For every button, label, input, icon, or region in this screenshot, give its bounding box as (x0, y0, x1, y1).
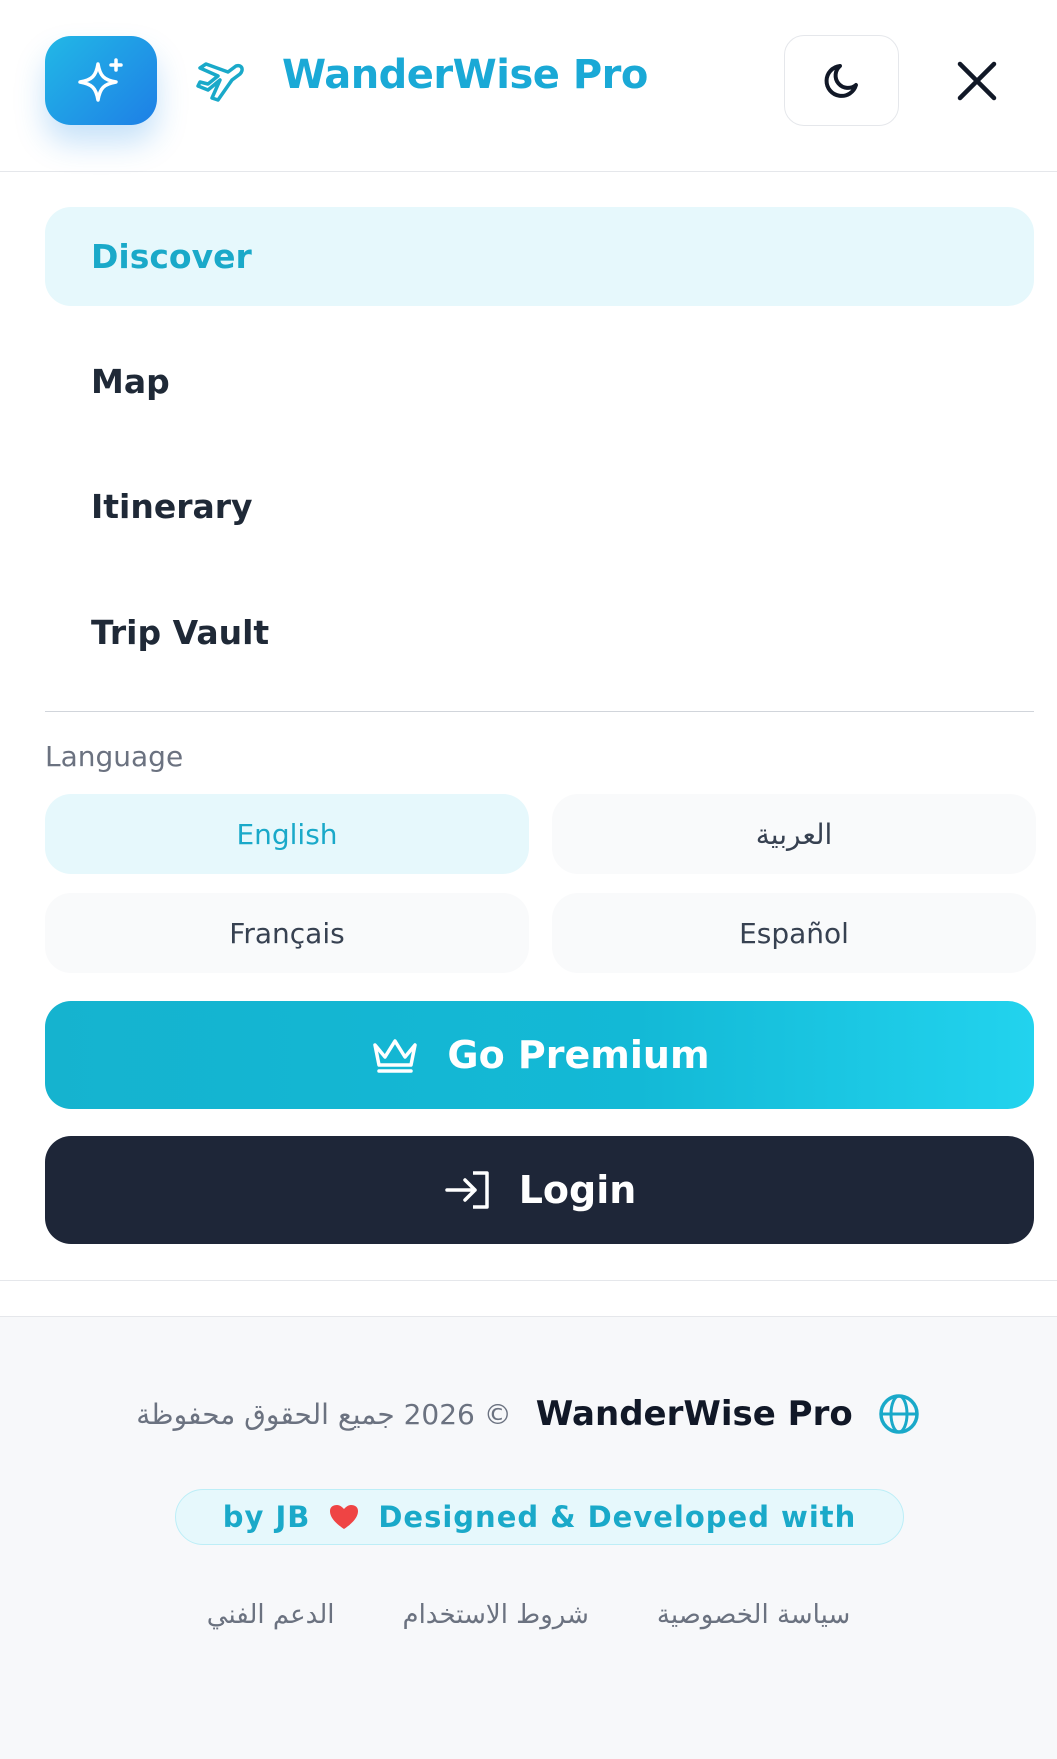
nav-divider (45, 711, 1034, 712)
language-option-label: Español (739, 916, 849, 950)
login-button[interactable]: Login (45, 1136, 1034, 1244)
heart-icon (330, 1505, 359, 1529)
nav-item-discover[interactable]: Discover (45, 207, 1034, 306)
nav-item-map[interactable]: Map (45, 332, 1034, 431)
nav-item-itinerary[interactable]: Itinerary (45, 457, 1034, 556)
close-button[interactable] (945, 55, 1009, 107)
crown-icon (373, 1039, 418, 1073)
technical-support-link[interactable]: الدعم الفني (207, 1600, 335, 1644)
footer-brand: WanderWise Pro (535, 1394, 853, 1434)
close-icon (957, 61, 997, 101)
language-option-label: Français (229, 916, 345, 950)
theme-toggle-button[interactable] (784, 35, 899, 126)
login-icon (444, 1171, 489, 1209)
language-option-arabic[interactable]: العربية (552, 794, 1036, 874)
footer-separator (0, 1280, 1057, 1281)
logo-tile[interactable] (45, 36, 157, 125)
language-option-english[interactable]: English (45, 794, 529, 874)
language-option-label: العربية (755, 817, 833, 851)
login-label: Login (518, 1168, 637, 1212)
terms-of-use-link[interactable]: شروط الاستخدام (402, 1600, 588, 1644)
moon-icon (824, 63, 858, 98)
language-option-french[interactable]: Français (45, 893, 529, 973)
go-premium-button[interactable]: Go Premium (45, 1001, 1034, 1109)
sparkles-icon (78, 57, 123, 102)
nav-item-label: Itinerary (91, 487, 253, 526)
menu-header: WanderWise Pro (0, 0, 1057, 172)
footer-links: سياسة الخصوصية شروط الاستخدام الدعم الفن… (0, 1600, 1057, 1644)
nav-item-label: Map (91, 362, 170, 401)
brand-title: WanderWise Pro (282, 52, 648, 98)
nav-item-trip-vault[interactable]: Trip Vault (45, 583, 1034, 682)
language-option-spanish[interactable]: Español (552, 893, 1036, 973)
credit-text: Designed & Developed with (378, 1500, 857, 1534)
language-option-label: English (236, 817, 338, 851)
go-premium-label: Go Premium (447, 1033, 710, 1077)
copyright-row: © 2026 جميع الحقوق محفوظة WanderWise Pro (0, 1386, 1057, 1442)
credit-badge: by JB Designed & Developed with (175, 1489, 904, 1545)
credit-author: by JB (222, 1500, 311, 1534)
language-label: Language (45, 740, 184, 773)
nav-item-label: Discover (91, 237, 252, 276)
copyright-text: © 2026 جميع الحقوق محفوظة (136, 1397, 512, 1431)
plane-icon (196, 62, 244, 102)
privacy-policy-link[interactable]: سياسة الخصوصية (657, 1600, 850, 1644)
globe-icon (878, 1394, 919, 1434)
nav-item-label: Trip Vault (91, 613, 270, 652)
